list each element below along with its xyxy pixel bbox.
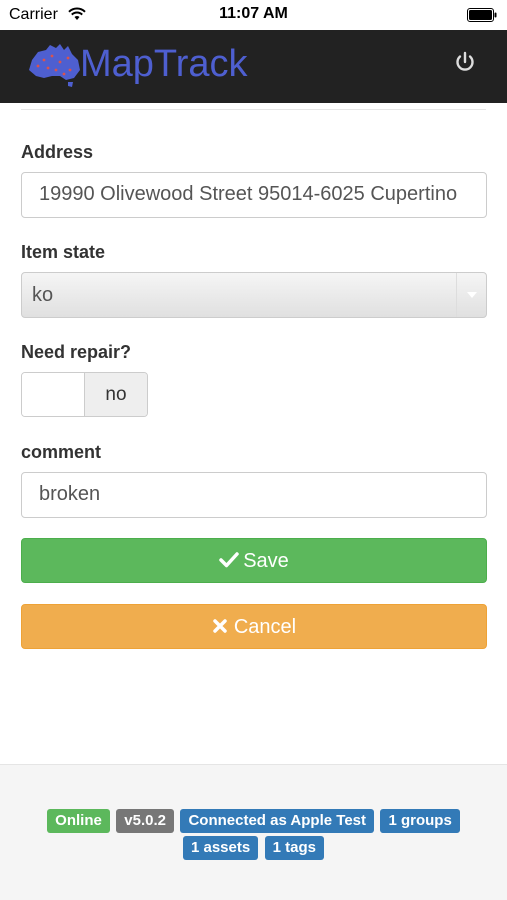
address-field[interactable]: 19990 Olivewood Street 95014-6025 Cupert… [21, 172, 487, 218]
footer-badges-row-1: Online v5.0.2 Connected as Apple Test 1 … [0, 809, 507, 833]
comment-label: comment [21, 442, 102, 462]
clock: 11:07 AM [219, 5, 288, 22]
footer-badges-row-2: 1 assets 1 tags [0, 836, 507, 860]
cancel-button[interactable]: Cancel [21, 604, 487, 649]
connected-user-badge[interactable]: Connected as Apple Test [180, 809, 375, 833]
check-icon [219, 552, 239, 568]
brand-title[interactable]: MapTrack [80, 43, 248, 86]
need-repair-label: Need repair? [21, 342, 132, 362]
footer: Online v5.0.2 Connected as Apple Test 1 … [0, 764, 507, 900]
cancel-label: Cancel [233, 616, 297, 638]
battery-icon [467, 8, 497, 22]
toggle-off-label: no [85, 373, 147, 416]
assets-badge[interactable]: 1 assets [182, 836, 259, 860]
groups-badge[interactable]: 1 groups [380, 809, 460, 833]
status-bar: Carrier 11:07 AM [0, 0, 507, 30]
item-state-label: Item state [21, 242, 106, 262]
item-state-select[interactable]: ko [21, 272, 487, 318]
version-badge: v5.0.2 [116, 809, 175, 833]
online-status-badge: Online [47, 809, 110, 833]
tags-badge[interactable]: 1 tags [264, 836, 325, 860]
save-button[interactable]: Save [21, 538, 487, 583]
need-repair-toggle[interactable]: no [21, 372, 148, 417]
divider [21, 109, 486, 110]
chevron-down-icon [456, 273, 486, 317]
address-label: Address [21, 142, 94, 162]
toggle-handle[interactable] [22, 373, 85, 416]
comment-field[interactable]: broken [21, 472, 487, 518]
australia-map-icon[interactable] [24, 42, 84, 88]
navbar: MapTrack [0, 30, 507, 103]
close-icon [213, 619, 227, 633]
save-label: Save [243, 550, 289, 572]
item-state-value: ko [32, 284, 54, 306]
power-icon[interactable] [453, 50, 477, 74]
